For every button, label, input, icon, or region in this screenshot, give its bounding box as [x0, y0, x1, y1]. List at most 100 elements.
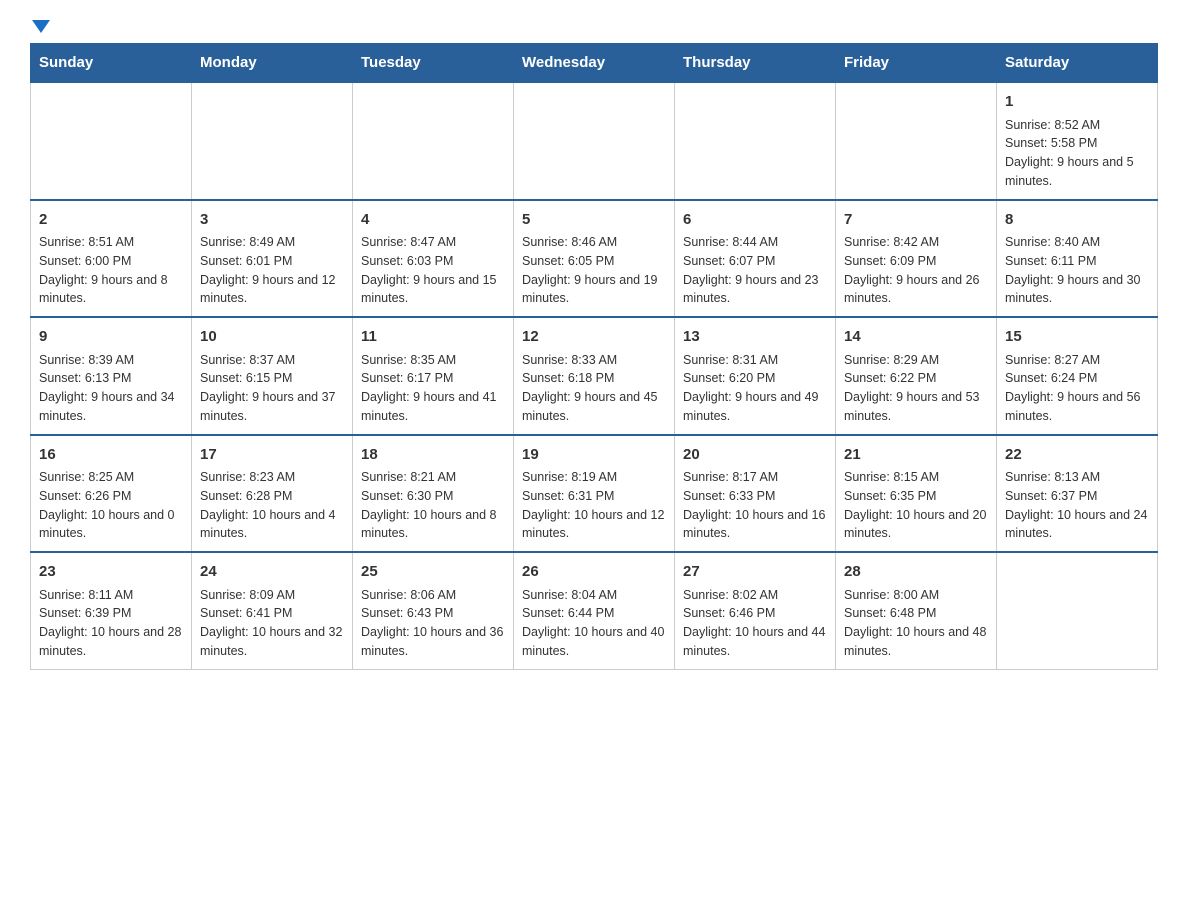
calendar-week-row: 16Sunrise: 8:25 AMSunset: 6:26 PMDayligh…	[31, 435, 1158, 553]
calendar-cell: 5Sunrise: 8:46 AMSunset: 6:05 PMDaylight…	[514, 200, 675, 318]
calendar-table: SundayMondayTuesdayWednesdayThursdayFrid…	[30, 43, 1158, 670]
day-of-week-header: Thursday	[675, 44, 836, 83]
day-info: Sunrise: 8:42 AMSunset: 6:09 PMDaylight:…	[844, 233, 988, 308]
calendar-cell: 4Sunrise: 8:47 AMSunset: 6:03 PMDaylight…	[353, 200, 514, 318]
day-number: 18	[361, 444, 505, 467]
calendar-week-row: 1Sunrise: 8:52 AMSunset: 5:58 PMDaylight…	[31, 82, 1158, 200]
calendar-cell: 17Sunrise: 8:23 AMSunset: 6:28 PMDayligh…	[192, 435, 353, 553]
day-of-week-header: Sunday	[31, 44, 192, 83]
day-number: 19	[522, 444, 666, 467]
day-number: 15	[1005, 326, 1149, 349]
calendar-header-row: SundayMondayTuesdayWednesdayThursdayFrid…	[31, 44, 1158, 83]
day-number: 6	[683, 209, 827, 232]
day-number: 14	[844, 326, 988, 349]
day-number: 3	[200, 209, 344, 232]
day-number: 4	[361, 209, 505, 232]
calendar-cell: 24Sunrise: 8:09 AMSunset: 6:41 PMDayligh…	[192, 552, 353, 669]
calendar-cell: 25Sunrise: 8:06 AMSunset: 6:43 PMDayligh…	[353, 552, 514, 669]
logo	[30, 20, 50, 33]
day-info: Sunrise: 8:39 AMSunset: 6:13 PMDaylight:…	[39, 351, 183, 426]
day-info: Sunrise: 8:17 AMSunset: 6:33 PMDaylight:…	[683, 468, 827, 543]
calendar-cell: 27Sunrise: 8:02 AMSunset: 6:46 PMDayligh…	[675, 552, 836, 669]
calendar-cell: 23Sunrise: 8:11 AMSunset: 6:39 PMDayligh…	[31, 552, 192, 669]
day-info: Sunrise: 8:52 AMSunset: 5:58 PMDaylight:…	[1005, 116, 1149, 191]
day-number: 9	[39, 326, 183, 349]
calendar-week-row: 23Sunrise: 8:11 AMSunset: 6:39 PMDayligh…	[31, 552, 1158, 669]
day-number: 5	[522, 209, 666, 232]
day-info: Sunrise: 8:11 AMSunset: 6:39 PMDaylight:…	[39, 586, 183, 661]
day-info: Sunrise: 8:02 AMSunset: 6:46 PMDaylight:…	[683, 586, 827, 661]
calendar-cell: 3Sunrise: 8:49 AMSunset: 6:01 PMDaylight…	[192, 200, 353, 318]
day-number: 8	[1005, 209, 1149, 232]
day-number: 10	[200, 326, 344, 349]
calendar-cell: 28Sunrise: 8:00 AMSunset: 6:48 PMDayligh…	[836, 552, 997, 669]
calendar-cell: 18Sunrise: 8:21 AMSunset: 6:30 PMDayligh…	[353, 435, 514, 553]
page-header	[30, 20, 1158, 33]
day-number: 2	[39, 209, 183, 232]
day-number: 27	[683, 561, 827, 584]
day-number: 11	[361, 326, 505, 349]
day-number: 7	[844, 209, 988, 232]
day-info: Sunrise: 8:37 AMSunset: 6:15 PMDaylight:…	[200, 351, 344, 426]
day-info: Sunrise: 8:46 AMSunset: 6:05 PMDaylight:…	[522, 233, 666, 308]
day-number: 22	[1005, 444, 1149, 467]
day-info: Sunrise: 8:40 AMSunset: 6:11 PMDaylight:…	[1005, 233, 1149, 308]
day-info: Sunrise: 8:49 AMSunset: 6:01 PMDaylight:…	[200, 233, 344, 308]
day-number: 16	[39, 444, 183, 467]
day-of-week-header: Tuesday	[353, 44, 514, 83]
day-info: Sunrise: 8:25 AMSunset: 6:26 PMDaylight:…	[39, 468, 183, 543]
day-info: Sunrise: 8:23 AMSunset: 6:28 PMDaylight:…	[200, 468, 344, 543]
day-info: Sunrise: 8:27 AMSunset: 6:24 PMDaylight:…	[1005, 351, 1149, 426]
calendar-cell: 1Sunrise: 8:52 AMSunset: 5:58 PMDaylight…	[997, 82, 1158, 200]
calendar-cell: 11Sunrise: 8:35 AMSunset: 6:17 PMDayligh…	[353, 317, 514, 435]
calendar-cell: 22Sunrise: 8:13 AMSunset: 6:37 PMDayligh…	[997, 435, 1158, 553]
day-number: 12	[522, 326, 666, 349]
day-info: Sunrise: 8:19 AMSunset: 6:31 PMDaylight:…	[522, 468, 666, 543]
day-info: Sunrise: 8:44 AMSunset: 6:07 PMDaylight:…	[683, 233, 827, 308]
day-info: Sunrise: 8:04 AMSunset: 6:44 PMDaylight:…	[522, 586, 666, 661]
logo-triangle-icon	[32, 20, 50, 33]
day-of-week-header: Friday	[836, 44, 997, 83]
calendar-cell: 12Sunrise: 8:33 AMSunset: 6:18 PMDayligh…	[514, 317, 675, 435]
day-of-week-header: Saturday	[997, 44, 1158, 83]
day-number: 1	[1005, 91, 1149, 114]
day-info: Sunrise: 8:29 AMSunset: 6:22 PMDaylight:…	[844, 351, 988, 426]
day-number: 17	[200, 444, 344, 467]
calendar-cell: 16Sunrise: 8:25 AMSunset: 6:26 PMDayligh…	[31, 435, 192, 553]
calendar-cell	[192, 82, 353, 200]
day-number: 24	[200, 561, 344, 584]
day-info: Sunrise: 8:21 AMSunset: 6:30 PMDaylight:…	[361, 468, 505, 543]
calendar-cell: 9Sunrise: 8:39 AMSunset: 6:13 PMDaylight…	[31, 317, 192, 435]
day-info: Sunrise: 8:15 AMSunset: 6:35 PMDaylight:…	[844, 468, 988, 543]
day-info: Sunrise: 8:00 AMSunset: 6:48 PMDaylight:…	[844, 586, 988, 661]
day-number: 21	[844, 444, 988, 467]
calendar-cell: 26Sunrise: 8:04 AMSunset: 6:44 PMDayligh…	[514, 552, 675, 669]
calendar-cell	[997, 552, 1158, 669]
calendar-cell: 15Sunrise: 8:27 AMSunset: 6:24 PMDayligh…	[997, 317, 1158, 435]
day-info: Sunrise: 8:47 AMSunset: 6:03 PMDaylight:…	[361, 233, 505, 308]
calendar-cell: 14Sunrise: 8:29 AMSunset: 6:22 PMDayligh…	[836, 317, 997, 435]
day-info: Sunrise: 8:35 AMSunset: 6:17 PMDaylight:…	[361, 351, 505, 426]
day-number: 28	[844, 561, 988, 584]
calendar-cell: 8Sunrise: 8:40 AMSunset: 6:11 PMDaylight…	[997, 200, 1158, 318]
day-info: Sunrise: 8:33 AMSunset: 6:18 PMDaylight:…	[522, 351, 666, 426]
day-number: 25	[361, 561, 505, 584]
day-info: Sunrise: 8:06 AMSunset: 6:43 PMDaylight:…	[361, 586, 505, 661]
calendar-cell: 6Sunrise: 8:44 AMSunset: 6:07 PMDaylight…	[675, 200, 836, 318]
day-info: Sunrise: 8:51 AMSunset: 6:00 PMDaylight:…	[39, 233, 183, 308]
calendar-week-row: 9Sunrise: 8:39 AMSunset: 6:13 PMDaylight…	[31, 317, 1158, 435]
day-number: 23	[39, 561, 183, 584]
calendar-cell	[675, 82, 836, 200]
calendar-cell	[514, 82, 675, 200]
calendar-week-row: 2Sunrise: 8:51 AMSunset: 6:00 PMDaylight…	[31, 200, 1158, 318]
day-info: Sunrise: 8:09 AMSunset: 6:41 PMDaylight:…	[200, 586, 344, 661]
day-info: Sunrise: 8:13 AMSunset: 6:37 PMDaylight:…	[1005, 468, 1149, 543]
calendar-cell: 21Sunrise: 8:15 AMSunset: 6:35 PMDayligh…	[836, 435, 997, 553]
calendar-cell: 2Sunrise: 8:51 AMSunset: 6:00 PMDaylight…	[31, 200, 192, 318]
calendar-cell	[353, 82, 514, 200]
calendar-cell	[31, 82, 192, 200]
day-number: 13	[683, 326, 827, 349]
day-number: 20	[683, 444, 827, 467]
calendar-cell: 7Sunrise: 8:42 AMSunset: 6:09 PMDaylight…	[836, 200, 997, 318]
calendar-cell: 20Sunrise: 8:17 AMSunset: 6:33 PMDayligh…	[675, 435, 836, 553]
